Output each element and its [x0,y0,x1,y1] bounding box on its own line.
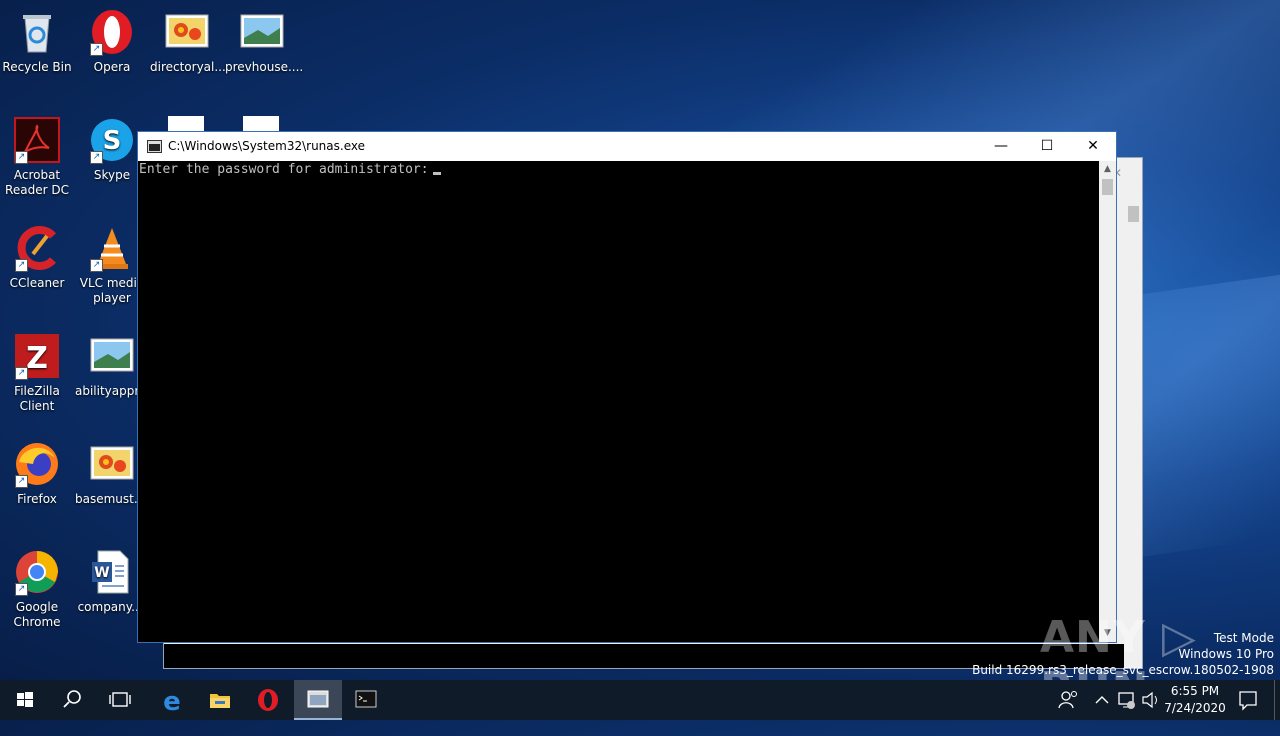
start-button[interactable] [0,680,48,720]
taskbar: e 6:55 PM 7/24/2020 [0,680,1280,720]
console-line: Enter the password for administrator: [139,162,441,177]
search-icon [63,690,81,708]
filezilla-icon: Z ↗ [13,332,61,380]
opera-taskbar-button[interactable] [244,680,292,720]
shortcut-arrow-icon: ↗ [15,475,28,488]
password-prompt: Enter the password for administrator: [139,162,429,177]
desktop-icon-firefox[interactable]: ↗ Firefox [0,440,74,507]
skype-icon: S ↗ [88,116,136,164]
desktop-icon-label: Google Chrome [13,600,61,629]
file-explorer-taskbar-button[interactable] [196,680,244,720]
minimize-button[interactable]: — [978,132,1024,161]
vertical-scrollbar[interactable]: ▲ ▼ [1099,161,1116,642]
file-explorer-icon [210,694,230,708]
system-clock[interactable]: 6:55 PM 7/24/2020 [1160,683,1230,717]
svg-text:Z: Z [26,341,48,376]
shortcut-arrow-icon: ↗ [15,259,28,272]
shortcut-arrow-icon: ↗ [90,259,103,272]
word-doc-icon: W [88,548,136,596]
image-file-icon [163,8,211,56]
desktop-icon-opera[interactable]: ↗ Opera [75,8,149,75]
shortcut-arrow-icon: ↗ [15,151,28,164]
ccleaner-icon: ↗ [13,224,61,272]
image-file-icon [88,440,136,488]
recycle-bin-icon [13,8,61,56]
opera-icon [258,689,278,711]
desktop-icon-label: Recycle Bin [2,60,72,74]
desktop-icon-label: Acrobat Reader DC [5,168,69,197]
task-view-icon [109,692,131,707]
svg-text:e: e [163,687,181,717]
runas-taskbar-item[interactable] [294,680,342,720]
show-hidden-icons-chevron-icon[interactable] [1092,680,1112,720]
scrollbar-thumb[interactable] [1102,179,1113,195]
desktop-icon-label: FileZilla Client [14,384,60,413]
desktop-icon-label: CCleaner [9,276,65,290]
clock-time: 6:55 PM [1170,684,1220,698]
shortcut-arrow-icon: ↗ [90,151,103,164]
desktop-icon-filezilla[interactable]: Z ↗ FileZilla Client [0,332,74,414]
volume-icon[interactable] [1140,680,1160,720]
opera-icon: ↗ [88,8,136,56]
acrobat-icon: ↗ [13,116,61,164]
scroll-up-arrow-icon[interactable]: ▲ [1099,161,1116,178]
clock-date: 7/24/2020 [1164,701,1226,715]
desktop-icon-ccleaner[interactable]: ↗ CCleaner [0,224,74,291]
desktop-icon-label: prevhouse.... [225,60,304,74]
text-cursor [432,172,441,175]
vlc-icon: ↗ [88,224,136,272]
svg-text:W: W [94,565,109,581]
window-title: C:\Windows\System32\runas.exe [168,139,365,153]
edge-taskbar-button[interactable]: e [148,680,196,720]
hidden-file-icon [243,116,279,132]
vertical-scrollbar[interactable] [1125,158,1142,668]
desktop-icon-prevhouse[interactable]: prevhouse.... [225,8,304,75]
cmd-taskbar-item[interactable] [342,680,390,720]
desktop-icon-label: directoryal... [150,60,226,74]
desktop-icon-acrobat[interactable]: ↗ Acrobat Reader DC [0,116,74,198]
windows-edition-line: Windows 10 Pro [1178,647,1274,661]
desktop-icon-label: Opera [93,60,131,74]
firefox-icon: ↗ [13,440,61,488]
shortcut-arrow-icon: ↗ [15,583,28,596]
desktop-icon-chrome[interactable]: ↗ Google Chrome [0,548,74,630]
desktop-icon-recycle-bin[interactable]: Recycle Bin [0,8,74,75]
task-view-button[interactable] [96,680,144,720]
search-button[interactable] [48,680,96,720]
action-center-icon[interactable] [1236,680,1260,720]
scrollbar-thumb[interactable] [1128,206,1139,222]
image-file-icon [88,332,136,380]
image-file-icon [238,8,286,56]
shortcut-arrow-icon: ↗ [90,43,103,56]
build-line: Build 16299.rs3_release_svc_escrow.18050… [972,663,1274,677]
windows-logo-icon [17,692,33,707]
chrome-icon: ↗ [13,548,61,596]
hidden-file-icon [168,116,204,132]
svg-text:S: S [103,126,122,156]
shortcut-arrow-icon: ↗ [15,367,28,380]
runas-console-window[interactable]: C:\Windows\System32\runas.exe — ☐ ✕ Ente… [137,131,1117,643]
desktop-icon-label: Firefox [17,492,57,506]
console-window-icon [307,690,329,708]
people-icon[interactable] [1055,680,1081,720]
desktop-icon-directoryal[interactable]: directoryal... [150,8,226,75]
network-icon[interactable] [1116,680,1138,720]
cmd-icon [355,690,377,708]
window-titlebar[interactable]: C:\Windows\System32\runas.exe — ☐ ✕ [138,132,1116,161]
show-desktop-button[interactable] [1274,680,1280,720]
close-button[interactable]: ✕ [1070,132,1116,161]
edge-icon: e [163,687,181,717]
console-app-icon [147,140,162,153]
test-mode-notice: Test Mode Windows 10 Pro Build 16299.rs3… [972,630,1274,678]
console-output[interactable]: Enter the password for administrator: [138,161,1099,642]
test-mode-line: Test Mode [1213,631,1274,645]
maximize-button[interactable]: ☐ [1024,132,1070,161]
